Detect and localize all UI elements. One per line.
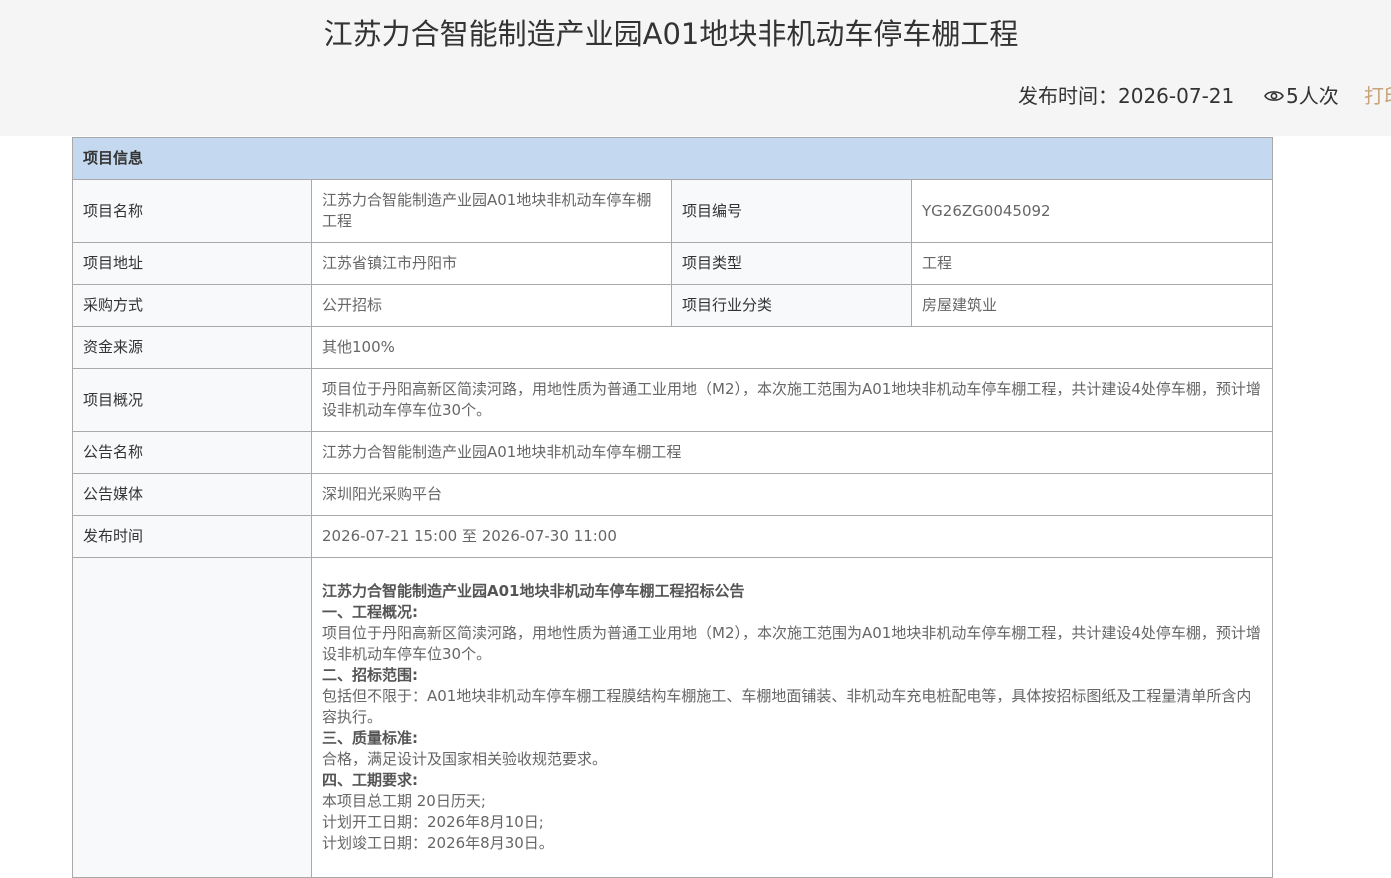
publish-date: 发布时间：2026-07-21	[1018, 84, 1235, 108]
project-name-label: 项目名称	[72, 179, 312, 243]
project-address-value: 江苏省镇江市丹阳市	[311, 242, 672, 285]
section-4-line-2: 计划开工日期：2026年8月10日;	[322, 813, 544, 831]
industry-label: 项目行业分类	[671, 284, 912, 327]
section-3-text: 合格，满足设计及国家相关验收规范要求。	[322, 750, 608, 768]
section-2-text: 包括但不限于：A01地块非机动车停车棚工程膜结构车棚施工、车棚地面铺装、非机动车…	[322, 687, 1252, 726]
section-4-title: 四、工期要求:	[322, 771, 418, 789]
publish-time-value: 2026-07-21 15:00 至 2026-07-30 11:00	[310, 515, 1274, 558]
table-row: 江苏力合智能制造产业园A01地块非机动车停车棚工程招标公告 一、工程概况: 项目…	[72, 557, 1274, 878]
view-count-text: 5人次	[1286, 84, 1339, 108]
content-label-empty	[72, 557, 312, 878]
section-title: 项目信息	[71, 137, 1274, 180]
fund-source-value: 其他100%	[310, 326, 1274, 369]
notice-media-label: 公告媒体	[72, 473, 312, 516]
project-code-value: YG26ZG0045092	[910, 179, 1274, 243]
page-title: 江苏力合智能制造产业园A01地块非机动车停车棚工程	[323, 17, 1019, 51]
table-row: 项目概况 项目位于丹阳高新区简渎河路，用地性质为普通工业用地（M2），本次施工范…	[72, 368, 1274, 432]
procurement-method-label: 采购方式	[72, 284, 312, 327]
fund-source-label: 资金来源	[72, 326, 312, 369]
section-1-text: 项目位于丹阳高新区简渎河路，用地性质为普通工业用地（M2），本次施工范围为A01…	[322, 624, 1261, 663]
page-header: 江苏力合智能制造产业园A01地块非机动车停车棚工程 发布时间：2026-07-2…	[0, 0, 1391, 136]
table-row: 发布时间 2026-07-21 15:00 至 2026-07-30 11:00	[72, 515, 1274, 558]
project-overview-label: 项目概况	[72, 368, 312, 432]
project-name-value: 江苏力合智能制造产业园A01地块非机动车停车棚工程	[311, 179, 672, 243]
project-info-table: 项目信息 项目名称 江苏力合智能制造产业园A01地块非机动车停车棚工程 项目编号…	[71, 137, 1274, 878]
project-type-label: 项目类型	[671, 242, 912, 285]
view-count: 5人次	[1264, 83, 1339, 109]
table-section-row: 项目信息	[71, 137, 1274, 180]
table-row: 公告名称 江苏力合智能制造产业园A01地块非机动车停车棚工程	[72, 431, 1274, 474]
table-row: 公告媒体 深圳阳光采购平台	[72, 473, 1274, 516]
table-row: 项目名称 江苏力合智能制造产业园A01地块非机动车停车棚工程 项目编号 YG26…	[72, 179, 1274, 243]
table-row: 资金来源 其他100%	[72, 326, 1274, 369]
notice-heading: 江苏力合智能制造产业园A01地块非机动车停车棚工程招标公告	[322, 582, 745, 600]
section-1-title: 一、工程概况:	[322, 603, 418, 621]
project-code-label: 项目编号	[671, 179, 912, 243]
table-row: 采购方式 公开招标 项目行业分类 房屋建筑业	[72, 284, 1274, 327]
section-2-title: 二、招标范围:	[322, 666, 418, 684]
industry-value: 房屋建筑业	[910, 284, 1274, 327]
project-overview-value: 项目位于丹阳高新区简渎河路，用地性质为普通工业用地（M2），本次施工范围为A01…	[310, 368, 1274, 432]
section-3-title: 三、质量标准:	[322, 729, 418, 747]
procurement-method-value: 公开招标	[311, 284, 672, 327]
project-type-value: 工程	[910, 242, 1274, 285]
project-address-label: 项目地址	[72, 242, 312, 285]
publish-time-label: 发布时间	[72, 515, 312, 558]
print-link[interactable]: 打印	[1364, 83, 1391, 109]
eye-icon	[1264, 91, 1284, 101]
section-4-line-1: 本项目总工期 20日历天;	[322, 792, 486, 810]
table-row: 项目地址 江苏省镇江市丹阳市 项目类型 工程	[72, 242, 1274, 285]
notice-name-value: 江苏力合智能制造产业园A01地块非机动车停车棚工程	[310, 431, 1274, 474]
notice-content-body: 江苏力合智能制造产业园A01地块非机动车停车棚工程招标公告 一、工程概况: 项目…	[322, 581, 1262, 854]
notice-media-value: 深圳阳光采购平台	[310, 473, 1274, 516]
section-4-line-3: 计划竣工日期：2026年8月30日。	[322, 834, 554, 852]
notice-content: 江苏力合智能制造产业园A01地块非机动车停车棚工程招标公告 一、工程概况: 项目…	[310, 557, 1274, 878]
notice-name-label: 公告名称	[72, 431, 312, 474]
